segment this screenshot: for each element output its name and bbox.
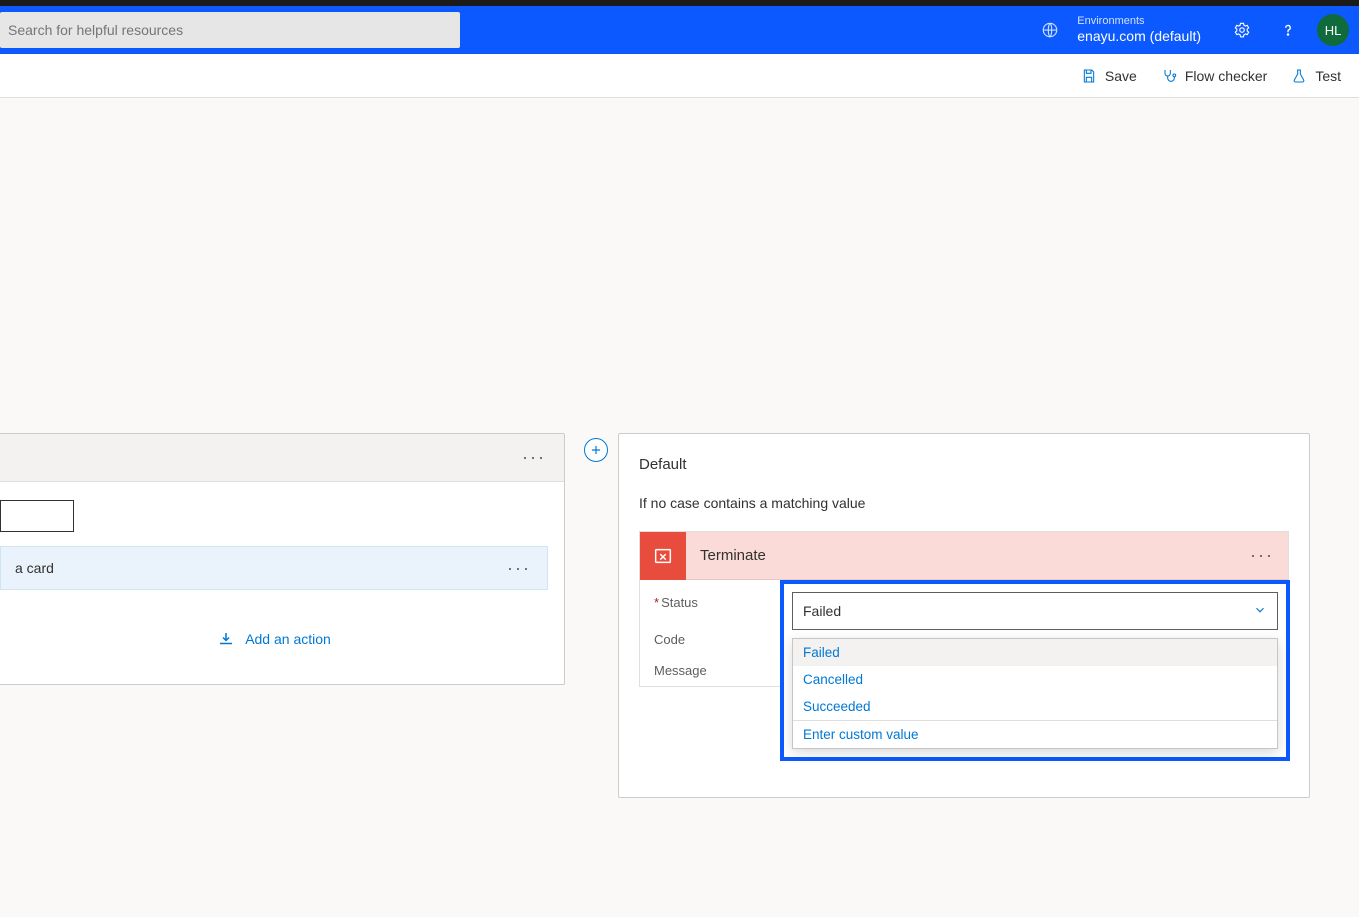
environment-picker[interactable]: Environments enayu.com (default) — [1073, 15, 1219, 45]
terminate-icon — [640, 532, 686, 580]
terminate-action-card: Terminate ··· *Status Code Message Faile… — [639, 531, 1289, 687]
status-option-failed[interactable]: Failed — [793, 639, 1277, 666]
insert-step-icon — [217, 630, 235, 648]
command-bar: Save Flow checker Test — [0, 54, 1359, 98]
default-case-title: Default — [639, 456, 1289, 473]
stethoscope-icon — [1161, 68, 1177, 84]
teams-action-row[interactable]: a card ··· — [0, 546, 548, 590]
more-icon[interactable]: ··· — [505, 554, 533, 583]
terminate-action-title: Terminate — [686, 547, 1248, 564]
status-option-custom[interactable]: Enter custom value — [793, 721, 1277, 748]
default-case-subtitle: If no case contains a matching value — [639, 495, 1289, 511]
chevron-down-icon — [1253, 603, 1267, 620]
case-value-input[interactable] — [0, 500, 74, 532]
test-label: Test — [1315, 68, 1341, 84]
status-option-succeeded[interactable]: Succeeded — [793, 693, 1277, 720]
more-icon[interactable]: ··· — [520, 443, 548, 472]
search-wrap[interactable] — [0, 12, 460, 48]
save-icon — [1081, 68, 1097, 84]
default-case-card: Default If no case contains a matching v… — [618, 433, 1310, 798]
flow-checker-button[interactable]: Flow checker — [1161, 68, 1267, 84]
status-option-cancelled[interactable]: Cancelled — [793, 666, 1277, 693]
test-button[interactable]: Test — [1291, 68, 1341, 84]
environment-value: enayu.com (default) — [1077, 28, 1201, 45]
terminate-action-header[interactable]: Terminate ··· — [640, 532, 1288, 580]
status-dropdown-value: Failed — [803, 603, 841, 619]
settings-icon[interactable] — [1219, 6, 1265, 54]
environment-label: Environments — [1077, 15, 1201, 28]
add-action-label: Add an action — [245, 631, 331, 647]
more-icon[interactable]: ··· — [1248, 541, 1288, 570]
flow-checker-label: Flow checker — [1185, 68, 1267, 84]
status-dropdown[interactable]: Failed Failed Cancelled Succeeded Enter … — [780, 580, 1290, 761]
status-dropdown-selected[interactable]: Failed — [792, 592, 1278, 630]
add-branch-button[interactable] — [584, 438, 608, 462]
case-card: ··· a card ··· Add an action — [0, 433, 565, 685]
flask-icon — [1291, 68, 1307, 84]
code-field-label: Code — [654, 632, 790, 647]
user-avatar[interactable]: HL — [1317, 14, 1349, 46]
search-input[interactable] — [8, 22, 452, 38]
help-icon[interactable] — [1265, 6, 1311, 54]
teams-action-label: a card — [15, 560, 505, 576]
app-header: Environments enayu.com (default) HL — [0, 6, 1359, 54]
add-action-button[interactable]: Add an action — [0, 590, 548, 678]
status-dropdown-list: Failed Cancelled Succeeded Enter custom … — [792, 638, 1278, 749]
message-field-label: Message — [654, 663, 790, 678]
status-field-label: *Status — [654, 595, 790, 610]
save-button[interactable]: Save — [1081, 68, 1137, 84]
save-label: Save — [1105, 68, 1137, 84]
environment-icon[interactable] — [1027, 6, 1073, 54]
flow-canvas[interactable]: ··· a card ··· Add an action Default If … — [0, 98, 1359, 917]
case-card-header[interactable]: ··· — [0, 434, 564, 482]
